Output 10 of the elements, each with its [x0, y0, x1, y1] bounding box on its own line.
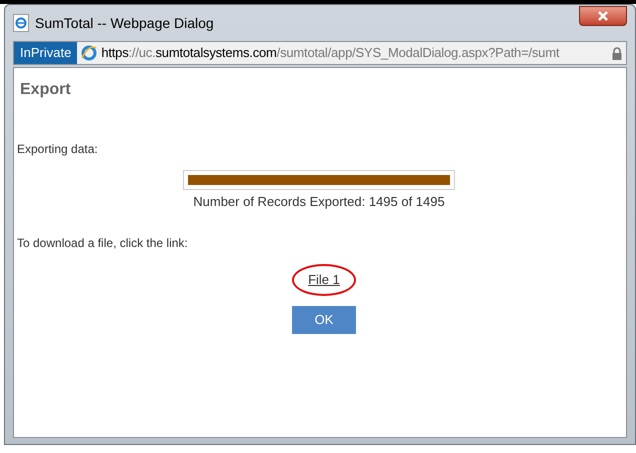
close-button[interactable]: [579, 6, 627, 26]
records-count: Number of Records Exported: 1495 of 1495: [193, 193, 445, 211]
download-label: To download a file, click the link:: [16, 234, 189, 252]
dialog-heading: Export: [19, 80, 72, 100]
window-title: SumTotal -- Webpage Dialog: [35, 14, 214, 33]
close-icon: [598, 11, 608, 21]
file-link[interactable]: File 1: [308, 270, 340, 290]
ok-button[interactable]: OK: [292, 306, 356, 334]
browser-icon: [13, 14, 29, 32]
status-label: Exporting data:: [16, 141, 99, 158]
